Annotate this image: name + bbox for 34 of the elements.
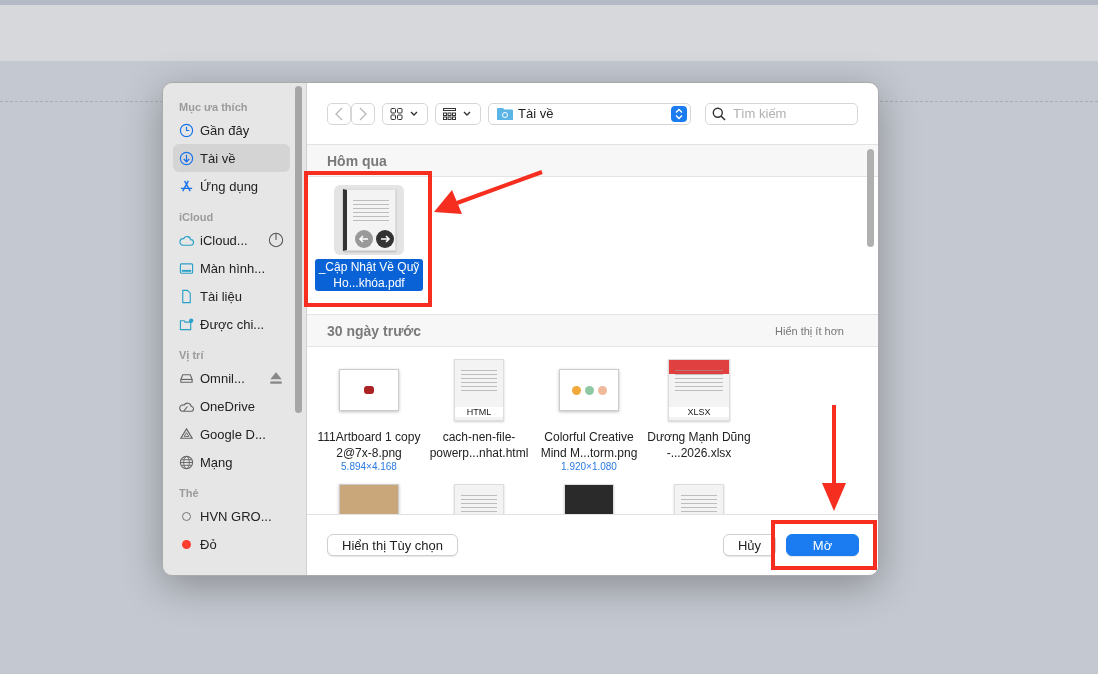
- sidebar-item[interactable]: Gần đây: [173, 116, 290, 144]
- file-name: 111Artboard 1 copy 2@7x-8.png: [316, 429, 422, 461]
- open-button[interactable]: Mờ: [786, 534, 859, 556]
- sidebar-heading: Vị trí: [178, 348, 205, 364]
- image-dimensions: 5.894×4.168: [341, 461, 397, 472]
- sidebar-heading: Thẻ: [178, 486, 200, 501]
- image-dimensions: 1.920×1.080: [561, 461, 617, 472]
- sidebar-heading: iCloud: [178, 210, 215, 225]
- sidebar-item[interactable]: Mạng: [173, 448, 290, 476]
- show-options-button[interactable]: Hiển thị Tùy chọn: [327, 534, 458, 556]
- file-name: Dương Mạnh Dũng -...2026.xlsx: [646, 429, 752, 461]
- cancel-button[interactable]: Hủy: [722, 534, 776, 556]
- show-less-link[interactable]: Hiển thị ít hơn: [775, 324, 844, 337]
- group-heading: Hôm qua: [327, 152, 387, 169]
- sidebar-heading: Mục ưa thích: [178, 100, 249, 116]
- sidebar-item[interactable]: iCloud...: [173, 226, 290, 254]
- file-name: _Cập Nhật Về Quỹ Ho...khóa.pdf: [315, 259, 423, 291]
- sidebar-item[interactable]: OneDrive: [173, 392, 290, 420]
- search-field[interactable]: Tìm kiếm: [705, 102, 858, 125]
- sidebar-item[interactable]: Ứng dụng: [173, 172, 290, 200]
- location-dropdown[interactable]: Tài về: [488, 102, 691, 125]
- sidebar-item[interactable]: HVN GRO...: [173, 502, 290, 530]
- file-name: Colorful Creative Mind M...torm.png: [539, 429, 639, 461]
- sidebar-item[interactable]: Tài về: [173, 144, 290, 172]
- file-name: cach-nen-file-powerp...nhat.html: [428, 429, 530, 461]
- sidebar-item[interactable]: Đỏ: [173, 530, 290, 558]
- sidebar-item[interactable]: Tài liệu: [173, 282, 290, 310]
- sidebar-item[interactable]: Google D...: [173, 420, 290, 448]
- sidebar-item[interactable]: Được chi...: [173, 310, 290, 338]
- file-type-label: XLSX: [669, 407, 729, 417]
- group-heading: 30 ngày trước: [327, 322, 421, 339]
- sidebar-item[interactable]: Màn hình...: [173, 254, 290, 282]
- file-type-label: HTML: [455, 407, 503, 417]
- sidebar-item[interactable]: Omnil...: [173, 364, 290, 392]
